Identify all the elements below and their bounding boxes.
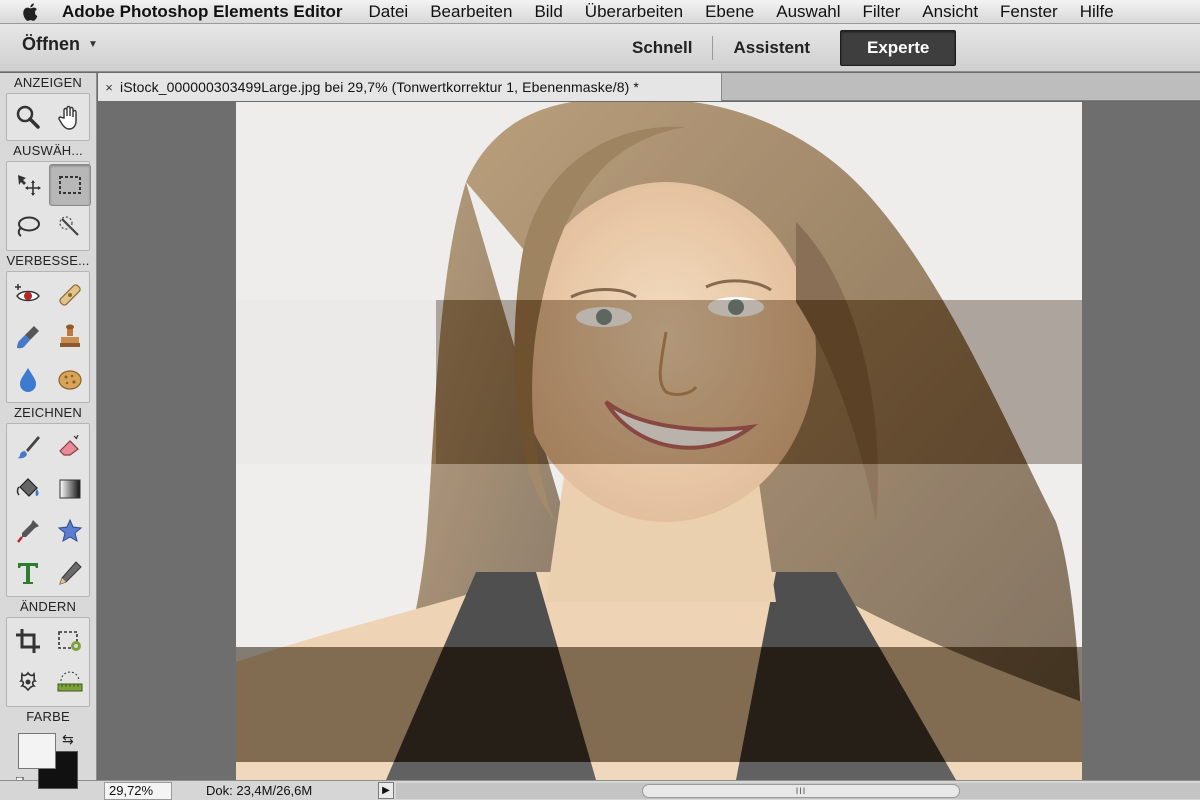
content-move-tool[interactable] bbox=[7, 662, 49, 704]
menu-filter[interactable]: Filter bbox=[863, 2, 901, 22]
blur-tool[interactable] bbox=[7, 358, 49, 400]
menu-bearbeiten[interactable]: Bearbeiten bbox=[430, 2, 512, 22]
menu-fenster[interactable]: Fenster bbox=[1000, 2, 1058, 22]
clone-stamp-tool[interactable] bbox=[49, 316, 91, 358]
document-size-info: Dok: 23,4M/26,6M bbox=[206, 783, 313, 798]
horizontal-scroll-thumb[interactable]: III bbox=[642, 784, 960, 798]
status-menu-arrow-icon[interactable]: ▶ bbox=[378, 782, 394, 799]
custom-shape-icon bbox=[57, 518, 83, 543]
smart-brush-icon bbox=[17, 326, 39, 349]
menu-ueberarbeiten[interactable]: Überarbeiten bbox=[585, 2, 683, 22]
app-name-menu[interactable]: Adobe Photoshop Elements Editor bbox=[62, 2, 343, 22]
chevron-down-icon: ▼ bbox=[88, 39, 98, 50]
menu-ansicht[interactable]: Ansicht bbox=[922, 2, 978, 22]
status-bar: 29,72% Dok: 23,4M/26,6M ▶ III bbox=[0, 780, 1200, 800]
sponge-icon bbox=[58, 370, 82, 390]
paint-bucket-tool[interactable] bbox=[7, 468, 49, 510]
hand-tool[interactable] bbox=[49, 96, 91, 138]
zoom-tool[interactable] bbox=[7, 96, 49, 138]
paint-bucket-icon bbox=[16, 478, 39, 497]
custom-shape-tool[interactable] bbox=[49, 510, 91, 552]
eyedropper-icon bbox=[17, 520, 39, 543]
smart-brush-tool[interactable] bbox=[7, 316, 49, 358]
section-label-select: AUSWÄH... bbox=[13, 143, 83, 158]
document-tab-title: iStock_000000303499Large.jpg bei 29,7% (… bbox=[120, 79, 639, 95]
menu-ebene[interactable]: Ebene bbox=[705, 2, 754, 22]
canvas-area[interactable] bbox=[98, 102, 1200, 780]
spot-heal-icon bbox=[59, 284, 81, 306]
tool-group-select bbox=[6, 161, 91, 251]
brush-tool[interactable] bbox=[7, 426, 49, 468]
type-icon bbox=[18, 563, 38, 584]
section-label-draw: ZEICHNEN bbox=[13, 405, 83, 420]
portrait-photo bbox=[236, 102, 1082, 780]
section-label-view: ANZEIGEN bbox=[13, 75, 83, 90]
close-icon[interactable]: × bbox=[98, 80, 120, 95]
rect-marquee-tool[interactable] bbox=[49, 164, 91, 206]
sponge-tool[interactable] bbox=[49, 358, 91, 400]
open-button[interactable]: Öffnen ▼ bbox=[22, 34, 98, 55]
mode-switcher: Schnell Assistent Experte bbox=[612, 30, 957, 66]
red-eye-icon bbox=[15, 284, 40, 302]
apple-icon[interactable] bbox=[22, 1, 44, 23]
mode-quick-button[interactable]: Schnell bbox=[612, 30, 712, 66]
tool-group-modify bbox=[6, 617, 90, 707]
tool-group-enhance bbox=[6, 271, 90, 403]
gradient-icon bbox=[59, 479, 81, 499]
lasso-icon bbox=[17, 216, 40, 237]
section-label-enhance: VERBESSE... bbox=[6, 253, 90, 268]
section-label-modify: ÄNDERN bbox=[19, 599, 77, 614]
straighten-icon bbox=[57, 671, 83, 692]
rect-marquee-icon bbox=[59, 176, 81, 194]
move-icon bbox=[18, 175, 41, 196]
content-move-icon bbox=[19, 671, 37, 692]
recompose-icon bbox=[58, 631, 81, 651]
zoom-icon bbox=[16, 105, 40, 129]
brush-icon bbox=[17, 436, 40, 459]
straighten-tool[interactable] bbox=[49, 662, 91, 704]
spot-heal-tool[interactable] bbox=[49, 274, 91, 316]
crop-tool[interactable] bbox=[7, 620, 49, 662]
type-tool[interactable] bbox=[7, 552, 49, 594]
document-image[interactable] bbox=[236, 102, 1082, 780]
mode-guided-button[interactable]: Assistent bbox=[713, 30, 830, 66]
hand-icon bbox=[58, 105, 77, 130]
recompose-tool[interactable] bbox=[49, 620, 91, 662]
horizontal-scrollbar[interactable]: III bbox=[396, 783, 1200, 799]
foreground-color-swatch[interactable] bbox=[18, 733, 56, 769]
document-tab[interactable]: × iStock_000000303499Large.jpg bei 29,7%… bbox=[98, 73, 722, 101]
quick-select-tool[interactable] bbox=[49, 206, 91, 248]
clone-stamp-icon bbox=[60, 324, 80, 347]
menu-bild[interactable]: Bild bbox=[534, 2, 562, 22]
lasso-tool[interactable] bbox=[7, 206, 49, 248]
gradient-tool[interactable] bbox=[49, 468, 91, 510]
quick-select-icon bbox=[59, 216, 79, 236]
tool-group-draw bbox=[6, 423, 90, 597]
pencil-tool[interactable] bbox=[49, 552, 91, 594]
app-toolbar: Öffnen ▼ Schnell Assistent Experte bbox=[0, 24, 1200, 72]
crop-icon bbox=[16, 629, 40, 653]
tool-panel: ANZEIGEN AUSWÄH... VERBESSE... ZEICHNEN … bbox=[0, 73, 97, 800]
menu-bar: Adobe Photoshop Elements Editor Datei Be… bbox=[0, 0, 1200, 24]
mode-expert-button[interactable]: Experte bbox=[840, 30, 957, 66]
open-button-label: Öffnen bbox=[22, 34, 80, 54]
zoom-level-field[interactable]: 29,72% bbox=[104, 782, 172, 800]
red-eye-tool[interactable] bbox=[7, 274, 49, 316]
document-tab-bar: × iStock_000000303499Large.jpg bei 29,7%… bbox=[98, 73, 1200, 101]
move-tool[interactable] bbox=[7, 164, 49, 206]
menu-datei[interactable]: Datei bbox=[369, 2, 409, 22]
pencil-icon bbox=[59, 561, 82, 585]
swap-colors-icon[interactable]: ⇆ bbox=[62, 731, 74, 748]
blur-icon bbox=[20, 368, 36, 392]
eyedropper-tool[interactable] bbox=[7, 510, 49, 552]
menu-auswahl[interactable]: Auswahl bbox=[776, 2, 840, 22]
tool-group-view bbox=[6, 93, 90, 141]
eraser-icon bbox=[59, 434, 79, 456]
section-label-color: FARBE bbox=[26, 709, 70, 724]
menu-hilfe[interactable]: Hilfe bbox=[1080, 2, 1114, 22]
eraser-tool[interactable] bbox=[49, 426, 91, 468]
